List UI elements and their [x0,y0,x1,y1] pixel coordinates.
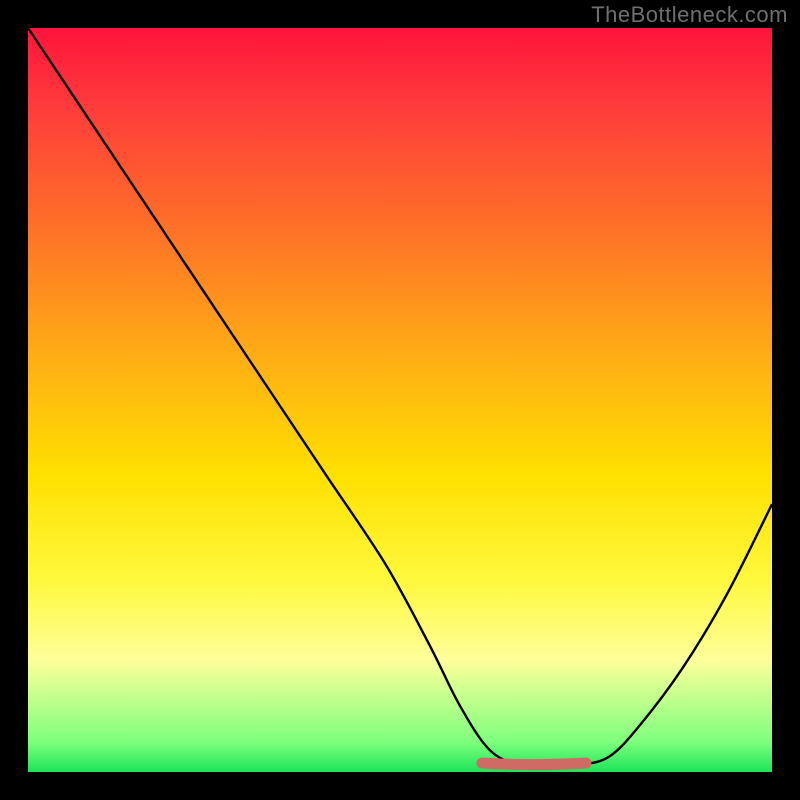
chart-frame: TheBottleneck.com [0,0,800,800]
plot-gradient-background [28,28,772,772]
highlight-segment-line [482,763,586,765]
bottleneck-curve-line [28,28,772,766]
chart-svg [28,28,772,772]
watermark-text: TheBottleneck.com [591,2,788,28]
